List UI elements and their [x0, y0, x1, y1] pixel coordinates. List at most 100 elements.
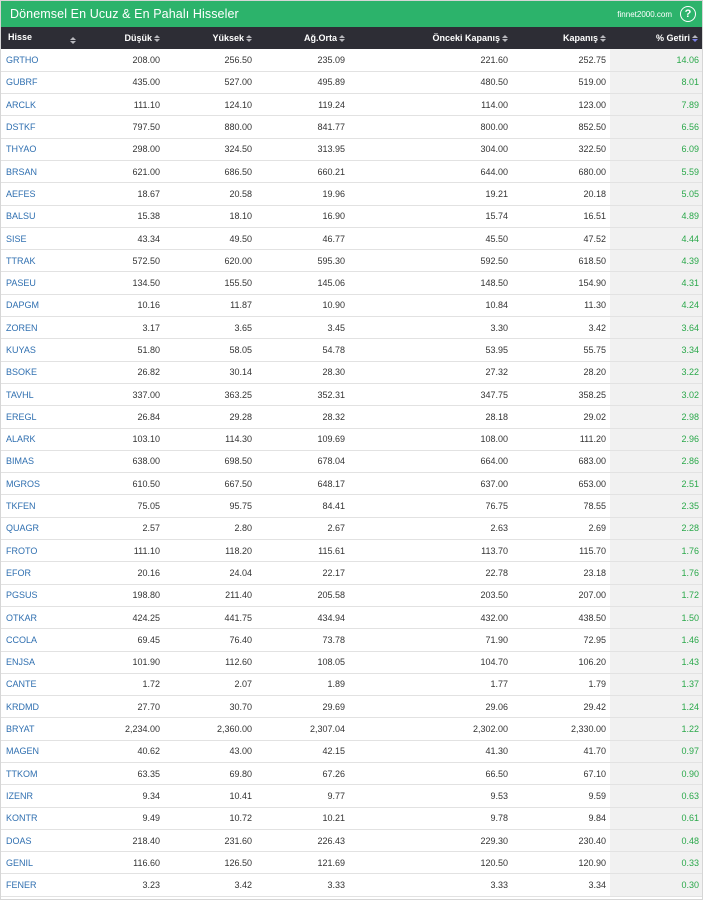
close-cell: 3.34: [588, 880, 606, 891]
symbol-link[interactable]: BIMAS: [1, 450, 82, 472]
high-cell: 211.40: [225, 590, 252, 601]
symbol-link[interactable]: MAGEN: [1, 740, 82, 762]
prev-close-cell: 104.70: [480, 657, 508, 668]
prev-close-cell: 27.32: [485, 367, 508, 378]
high-cell: 880.00: [224, 122, 252, 133]
column-header-yuksek[interactable]: Yüksek: [164, 27, 256, 49]
symbol-link[interactable]: BRSAN: [1, 160, 82, 182]
symbol-link[interactable]: TKFEN: [1, 495, 82, 517]
symbol-link[interactable]: TTRAK: [1, 250, 82, 272]
table-row: DAPGM 10.16 11.87 10.90 10.84 11.30 4.24: [1, 294, 702, 317]
symbol-link[interactable]: ALARK: [1, 428, 82, 450]
symbol-link[interactable]: IZENR: [1, 785, 82, 807]
prev-close-cell: 148.50: [480, 278, 508, 289]
symbol-link[interactable]: ENJSA: [1, 651, 82, 673]
symbol-link[interactable]: THYAO: [1, 138, 82, 160]
symbol-link[interactable]: CANTE: [1, 673, 82, 695]
symbol-link[interactable]: GENIL: [1, 852, 82, 874]
return-cell: 14.06: [610, 49, 702, 72]
prev-close-cell: 19.21: [485, 188, 508, 199]
table-row: EREGL 26.84 29.28 28.32 28.18 29.02 2.98: [1, 405, 702, 429]
return-cell: 0.61: [610, 807, 702, 830]
symbol-link[interactable]: GRTHO: [1, 49, 82, 71]
low-cell: 610.50: [132, 478, 160, 489]
column-header-dusuk[interactable]: Düşük: [82, 27, 164, 49]
prev-close-cell: 1.77: [490, 679, 508, 690]
column-header-getiri[interactable]: % Getiri: [610, 27, 702, 49]
symbol-link[interactable]: PASEU: [1, 272, 82, 294]
close-cell: 653.00: [578, 478, 606, 489]
symbol-link[interactable]: EFOR: [1, 562, 82, 584]
table-row: FENER 3.23 3.42 3.33 3.33 3.34 0.30: [1, 873, 702, 897]
stock-widget: Dönemsel En Ucuz & En Pahalı Hisseler fi…: [0, 0, 703, 900]
table-body: GRTHO 208.00 256.50 235.09 221.60 252.75 14.06…: [1, 49, 702, 897]
return-cell: 6.09: [610, 138, 702, 161]
column-header-kapanis[interactable]: Kapanış: [512, 27, 610, 49]
avg-cell: 109.69: [317, 434, 345, 445]
symbol-link[interactable]: TTKOM: [1, 763, 82, 785]
high-cell: 2.80: [234, 523, 252, 534]
symbol-link[interactable]: TAVHL: [1, 383, 82, 405]
avg-cell: 119.24: [318, 99, 345, 110]
table-row: TKFEN 75.05 95.75 84.41 76.75 78.55 2.35: [1, 494, 702, 518]
prev-close-cell: 29.06: [485, 701, 508, 712]
symbol-link[interactable]: QUAGR: [1, 517, 82, 539]
column-header-hisse[interactable]: Hisse: [1, 27, 82, 49]
symbol-link[interactable]: MGROS: [1, 473, 82, 495]
table-row: TAVHL 337.00 363.25 352.31 347.75 358.25 3.02: [1, 383, 702, 406]
low-cell: 116.60: [133, 857, 160, 868]
symbol-link[interactable]: KUYAS: [1, 339, 82, 361]
symbol-link[interactable]: PGSUS: [1, 584, 82, 606]
column-header-onceki-kapanis[interactable]: Önceki Kapanış: [349, 27, 512, 49]
symbol-link[interactable]: BRYAT: [1, 718, 82, 740]
symbol-link[interactable]: DSTKF: [1, 116, 82, 138]
symbol-link[interactable]: OTKAR: [1, 606, 82, 628]
help-icon[interactable]: ?: [680, 6, 696, 22]
symbol-link[interactable]: AEFES: [1, 183, 82, 205]
prev-close-cell: 28.18: [485, 411, 508, 422]
return-cell: 5.05: [610, 182, 702, 206]
close-cell: 2,330.00: [570, 724, 606, 735]
sort-icon: [70, 37, 76, 44]
low-cell: 2,234.00: [124, 724, 160, 735]
high-cell: 441.75: [224, 612, 252, 623]
prev-close-cell: 66.50: [485, 768, 508, 779]
symbol-link[interactable]: CCOLA: [1, 629, 82, 651]
return-cell: 1.22: [610, 717, 702, 741]
symbol-link[interactable]: BSOKE: [1, 361, 82, 383]
symbol-link[interactable]: KRDMD: [1, 696, 82, 718]
low-cell: 69.45: [137, 634, 160, 645]
prev-close-cell: 664.00: [480, 456, 508, 467]
symbol-link[interactable]: KONTR: [1, 807, 82, 829]
high-cell: 58.05: [229, 345, 252, 355]
close-cell: 106.20: [578, 657, 606, 668]
symbol-link[interactable]: FENER: [1, 874, 82, 896]
symbol-link[interactable]: SISE: [1, 227, 82, 249]
return-cell: 8.01: [610, 71, 702, 94]
return-cell: 0.33: [610, 851, 702, 874]
symbol-link[interactable]: ARCLK: [1, 94, 82, 116]
symbol-link[interactable]: GUBRF: [1, 71, 82, 93]
prev-close-cell: 637.00: [480, 478, 508, 489]
prev-close-cell: 3.33: [490, 880, 508, 891]
symbol-link[interactable]: ZOREN: [1, 317, 82, 339]
table-row: GENIL 116.60 126.50 121.69 120.50 120.90 0.33: [1, 851, 702, 874]
high-cell: 30.14: [229, 367, 252, 378]
symbol-link[interactable]: DOAS: [1, 829, 82, 851]
high-cell: 24.04: [229, 567, 252, 578]
brand-link[interactable]: finnet2000.com: [617, 10, 672, 19]
table-row: BIMAS 638.00 698.50 678.04 664.00 683.00 2.86: [1, 450, 702, 473]
symbol-link[interactable]: FROTO: [1, 540, 82, 562]
widget-header: Dönemsel En Ucuz & En Pahalı Hisseler fi…: [1, 1, 702, 27]
sort-icon: [600, 35, 606, 43]
table-row: AEFES 18.67 20.58 19.96 19.21 20.18 5.05: [1, 182, 702, 206]
avg-cell: 73.78: [322, 634, 345, 645]
prev-close-cell: 114.00: [481, 99, 508, 110]
sort-icon: [154, 35, 160, 43]
close-cell: 9.84: [588, 813, 606, 824]
symbol-link[interactable]: BALSU: [1, 205, 82, 227]
symbol-link[interactable]: DAPGM: [1, 294, 82, 316]
symbol-link[interactable]: EREGL: [1, 406, 82, 428]
column-header-ag-orta[interactable]: Ağ.Orta: [256, 27, 349, 49]
table-row: DOAS 218.40 231.60 226.43 229.30 230.40 0.48: [1, 829, 702, 852]
